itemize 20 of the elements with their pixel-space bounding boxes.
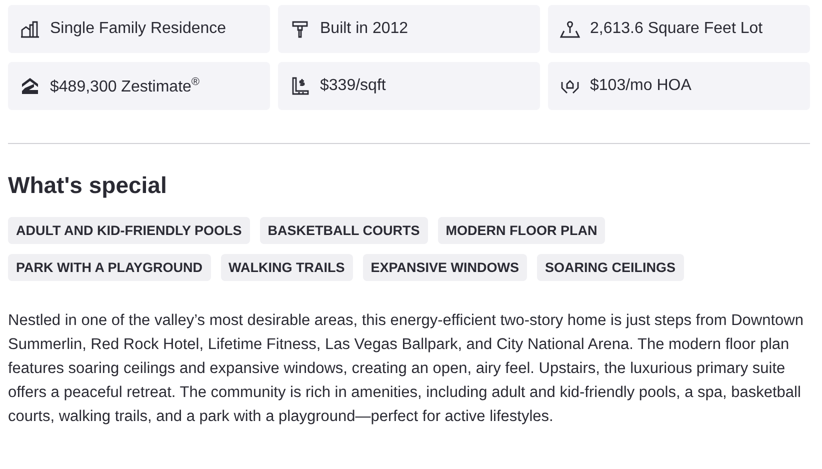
section-heading: What's special xyxy=(8,172,168,199)
fact-text: Built in 2012 xyxy=(320,20,408,38)
feature-tag: SOARING CEILINGS xyxy=(537,254,684,281)
building-icon xyxy=(20,19,40,39)
feature-tag: WALKING TRAILS xyxy=(220,254,353,281)
fact-text: $339/sqft xyxy=(320,77,386,95)
ruler-dollar-icon xyxy=(290,76,310,96)
house-logo-icon xyxy=(20,76,40,96)
tree-lot-icon xyxy=(560,19,580,39)
fact-text: 2,613.6 Square Feet Lot xyxy=(590,20,763,38)
feature-tag: ADULT AND KID-FRIENDLY POOLS xyxy=(8,217,250,244)
fact-text: $489,300 Zestimate$^{®}$ xyxy=(50,76,200,96)
fact-text: $103/mo HOA xyxy=(590,77,692,95)
feature-tag: BASKETBALL COURTS xyxy=(260,217,428,244)
feature-tag: EXPANSIVE WINDOWS xyxy=(362,254,528,281)
feature-tag: PARK WITH A PLAYGROUND xyxy=(8,254,211,281)
description-text: Nestled in one of the valley’s most desirable areas, this energy-efficient two-story home is just steps from Downtown Summerlin, Red Rock Hotel, Lifetime Fitness, Las Vegas Ballpark, and City National Arena. The modern floor plan features soaring ceilings and expansive windows, creating an open, airy feel. Upstairs, the luxurious primary suite offers a peaceful retreat. The community is rich in amenities, including adult and kid-friendly pools, a spa, basketball courts, walking trails, and a park with a playground—perfect for active lifestyles. xyxy=(8,311,804,427)
hammer-icon xyxy=(290,19,310,39)
fact-text: Single Family Residence xyxy=(50,20,226,38)
feature-tag: MODERN FLOOR PLAN xyxy=(438,217,606,244)
